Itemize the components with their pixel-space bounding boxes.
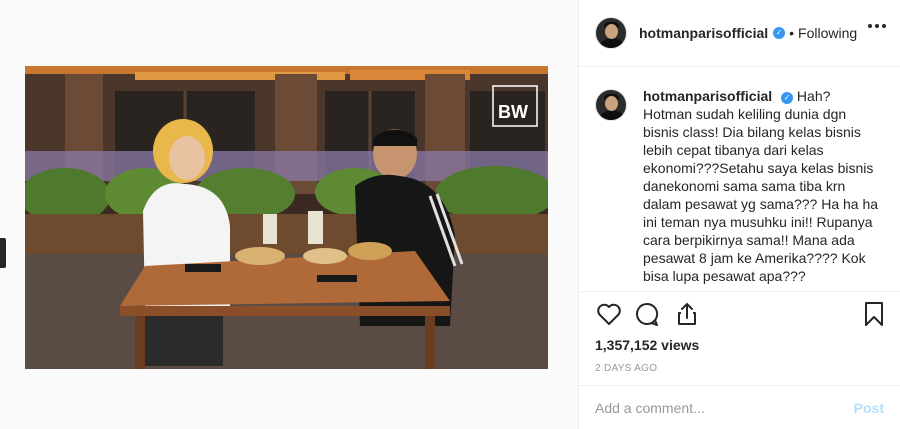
share-icon[interactable]	[673, 300, 701, 328]
verified-badge-icon: ✓	[773, 27, 786, 39]
video-frame: BW	[25, 66, 548, 369]
avatar[interactable]	[595, 17, 627, 49]
post-media: BW	[0, 0, 578, 429]
caption-avatar[interactable]	[595, 89, 627, 121]
comment-icon[interactable]	[633, 300, 661, 328]
post-header: hotmanparisofficial ✓ • Following	[579, 0, 900, 67]
more-options-icon[interactable]	[868, 24, 886, 28]
post-timestamp[interactable]: 2 DAYS AGO	[595, 363, 657, 374]
video-player[interactable]: BW	[25, 66, 548, 369]
caption-body: Hah? Hotman sudah keliling dunia dgn bis…	[643, 88, 879, 284]
caption-section: hotmanparisofficial ✓ Hah? Hotman sudah …	[579, 67, 900, 292]
following-button[interactable]: Following	[798, 25, 857, 41]
video-watermark: BW	[498, 102, 528, 122]
post-details-panel: hotmanparisofficial ✓ • Following hotman…	[578, 0, 900, 429]
caption-text: hotmanparisofficial ✓ Hah? Hotman sudah …	[643, 87, 883, 291]
caption-verified-badge-icon: ✓	[781, 92, 794, 104]
post-comment-button[interactable]: Post	[854, 400, 884, 416]
heart-icon[interactable]	[595, 300, 623, 328]
bookmark-icon[interactable]	[860, 300, 888, 328]
previous-post-edge[interactable]	[0, 238, 6, 268]
view-count[interactable]: 1,357,152 views	[595, 337, 699, 353]
comment-bar: Post	[579, 385, 900, 429]
separator-dot: •	[789, 25, 795, 41]
action-bar	[595, 300, 884, 332]
username-link[interactable]: hotmanparisofficial	[639, 25, 768, 41]
comment-input[interactable]	[595, 399, 854, 416]
caption-username-link[interactable]: hotmanparisofficial	[643, 88, 772, 104]
